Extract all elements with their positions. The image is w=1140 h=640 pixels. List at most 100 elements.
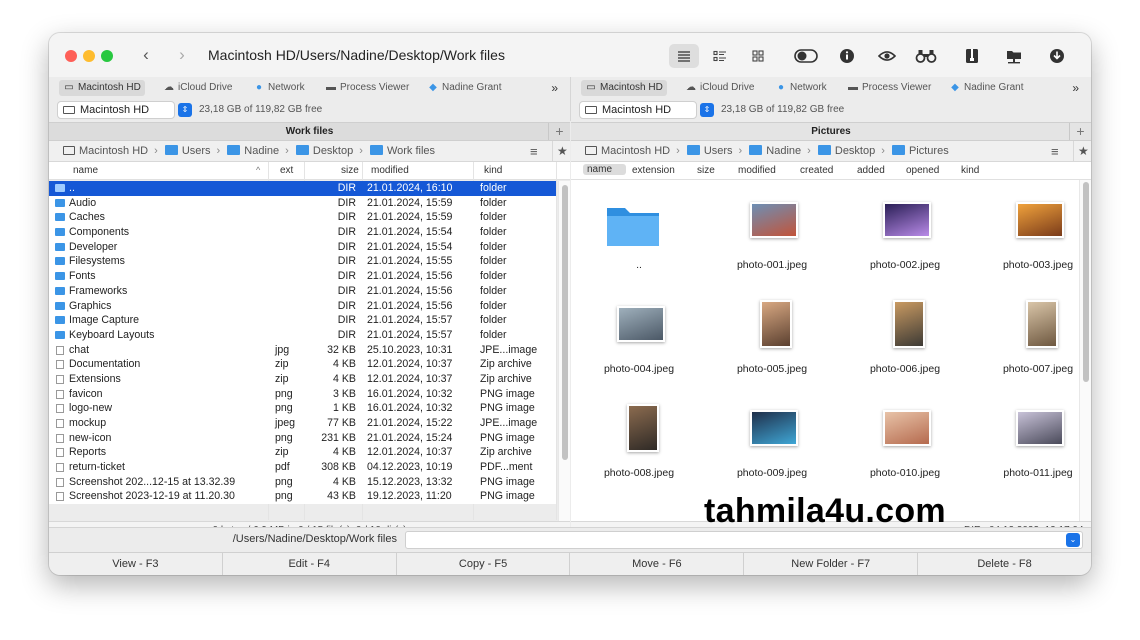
- thumbnail-item[interactable]: photo-004.jpeg: [579, 284, 699, 384]
- connect-server-button[interactable]: [999, 44, 1029, 68]
- table-row[interactable]: Caches DIR 21.01.2024, 15:59 folder: [49, 210, 556, 225]
- hamburger-menu-icon[interactable]: ≡: [530, 141, 538, 162]
- scrollbar-left[interactable]: [558, 181, 570, 521]
- column-kind[interactable]: kind: [484, 165, 502, 176]
- thumbnail-item[interactable]: photo-009.jpeg: [712, 388, 832, 488]
- table-row[interactable]: Screenshot 202...12-15 at 13.32.39 png 4 K…: [49, 475, 556, 490]
- table-row[interactable]: favicon png 3 KB 16.01.2024, 10:32 PNG image: [49, 387, 556, 402]
- favorite-macintosh-hd[interactable]: ▭ Macintosh HD: [581, 80, 667, 96]
- table-row[interactable]: return-ticket pdf 308 KB 04.12.2023, 10:19 P…: [49, 460, 556, 475]
- chevron-down-icon[interactable]: ⌄: [1066, 533, 1080, 547]
- thumbnail-item[interactable]: photo-002.jpeg: [845, 180, 965, 280]
- table-row[interactable]: Developer DIR 21.01.2024, 15:54 folder: [49, 240, 556, 255]
- panel-title-left[interactable]: Work files +: [49, 122, 570, 141]
- favorites-more-button[interactable]: »: [551, 81, 558, 95]
- scrollbar-thumb[interactable]: [562, 185, 568, 460]
- detail-view-button[interactable]: [705, 44, 735, 68]
- breadcrumb-item[interactable]: Desktop: [295, 141, 353, 162]
- new-tab-button[interactable]: +: [548, 123, 570, 140]
- search-button[interactable]: [911, 44, 941, 68]
- table-row[interactable]: Components DIR 21.01.2024, 15:54 folder: [49, 225, 556, 240]
- column-size[interactable]: size: [341, 165, 359, 176]
- grid-view-button[interactable]: [743, 44, 773, 68]
- breadcrumb-item[interactable]: Macintosh HD: [585, 141, 670, 162]
- command-input[interactable]: ⌄: [405, 531, 1083, 549]
- favorite-process-viewer[interactable]: ▬ Process Viewer: [843, 80, 935, 96]
- column-created[interactable]: created: [800, 165, 833, 176]
- breadcrumb-item[interactable]: Work files: [369, 141, 435, 162]
- move-button[interactable]: Move - F6: [570, 553, 745, 575]
- new-folder-button[interactable]: New Folder - F7: [744, 553, 919, 575]
- column-name[interactable]: name: [583, 164, 627, 175]
- drive-selector-right[interactable]: Macintosh HD ⇕: [579, 101, 714, 119]
- table-row[interactable]: Graphics DIR 21.01.2024, 15:56 folder: [49, 299, 556, 314]
- list-view-button[interactable]: [669, 44, 699, 68]
- favorite-process-viewer[interactable]: ▬ Process Viewer: [321, 80, 413, 96]
- favorite-network[interactable]: ● Network: [771, 80, 831, 96]
- column-ext[interactable]: ext: [280, 165, 293, 176]
- forward-button[interactable]: ›: [170, 45, 194, 67]
- chevron-updown-icon[interactable]: ⇕: [700, 103, 714, 117]
- archive-button[interactable]: [957, 44, 987, 68]
- favorite-network[interactable]: ● Network: [249, 80, 309, 96]
- view-button[interactable]: View - F3: [49, 553, 223, 575]
- star-icon[interactable]: ★: [1073, 141, 1089, 162]
- scrollbar-right[interactable]: [1079, 180, 1091, 521]
- copy-button[interactable]: Copy - F5: [397, 553, 571, 575]
- close-window-button[interactable]: [65, 50, 77, 62]
- edit-button[interactable]: Edit - F4: [223, 553, 397, 575]
- table-row[interactable]: Audio DIR 21.01.2024, 15:59 folder: [49, 196, 556, 211]
- thumbnail-item[interactable]: photo-011.jpeg: [978, 388, 1091, 488]
- table-row[interactable]: Frameworks DIR 21.01.2024, 15:56 folder: [49, 284, 556, 299]
- table-row[interactable]: chat jpg 32 KB 25.10.2023, 10:31 JPE...image: [49, 343, 556, 358]
- thumbnail-item[interactable]: photo-001.jpeg: [712, 180, 832, 280]
- table-row[interactable]: Screenshot 2023-12-19 at 11.20.30 png 43 K…: [49, 489, 556, 504]
- favorite-icloud-drive[interactable]: ☁ iCloud Drive: [681, 80, 758, 96]
- table-row[interactable]: Documentation zip 4 KB 12.01.2024, 10:37 Zip…: [49, 357, 556, 372]
- favorites-more-button[interactable]: »: [1072, 81, 1079, 95]
- breadcrumb-item[interactable]: Users: [686, 141, 733, 162]
- minimize-window-button[interactable]: [83, 50, 95, 62]
- thumbnail-item[interactable]: photo-006.jpeg: [845, 284, 965, 384]
- table-row[interactable]: Filesystems DIR 21.01.2024, 15:55 folder: [49, 254, 556, 269]
- table-row[interactable]: mockup jpeg 77 KB 21.01.2024, 15:22 JPE...im…: [49, 416, 556, 431]
- column-name[interactable]: name: [73, 165, 98, 176]
- new-tab-button[interactable]: +: [1069, 123, 1091, 140]
- zoom-window-button[interactable]: [101, 50, 113, 62]
- thumbnail-item[interactable]: photo-007.jpeg: [978, 284, 1091, 384]
- column-kind[interactable]: kind: [961, 165, 979, 176]
- thumbnail-item[interactable]: photo-003.jpeg: [978, 180, 1091, 280]
- favorite-nadine-grant[interactable]: ◆ Nadine Grant: [423, 80, 505, 96]
- download-button[interactable]: [1042, 44, 1072, 68]
- table-row[interactable]: Extensions zip 4 KB 12.01.2024, 10:37 Zip ar…: [49, 372, 556, 387]
- table-row[interactable]: .. DIR 21.01.2024, 16:10 folder: [49, 181, 556, 196]
- scrollbar-thumb[interactable]: [1083, 182, 1089, 382]
- favorite-macintosh-hd[interactable]: ▭ Macintosh HD: [59, 80, 145, 96]
- column-modified[interactable]: modified: [738, 165, 776, 176]
- column-extension[interactable]: extension: [632, 165, 675, 176]
- drive-selector-left[interactable]: Macintosh HD ⇕: [57, 101, 192, 119]
- breadcrumb-item[interactable]: Nadine: [749, 141, 801, 162]
- column-size[interactable]: size: [697, 165, 715, 176]
- hidden-files-toggle[interactable]: [791, 44, 821, 68]
- quick-look-button[interactable]: [872, 44, 902, 68]
- thumbnail-item[interactable]: photo-008.jpeg: [579, 388, 699, 488]
- breadcrumb-item[interactable]: Nadine: [227, 141, 279, 162]
- thumbnail-item[interactable]: photo-010.jpeg: [845, 388, 965, 488]
- table-row[interactable]: logo-new png 1 KB 16.01.2024, 10:32 PNG imag…: [49, 401, 556, 416]
- column-opened[interactable]: opened: [906, 165, 939, 176]
- table-row[interactable]: Fonts DIR 21.01.2024, 15:56 folder: [49, 269, 556, 284]
- table-row[interactable]: Keyboard Layouts DIR 21.01.2024, 15:57 fold…: [49, 328, 556, 343]
- column-modified[interactable]: modified: [371, 165, 409, 176]
- star-icon[interactable]: ★: [552, 141, 568, 162]
- table-row[interactable]: Image Capture DIR 21.01.2024, 15:57 folder: [49, 313, 556, 328]
- table-row[interactable]: Reports zip 4 KB 12.01.2024, 10:37 Zip archi…: [49, 445, 556, 460]
- chevron-updown-icon[interactable]: ⇕: [178, 103, 192, 117]
- favorite-nadine-grant[interactable]: ◆ Nadine Grant: [945, 80, 1027, 96]
- thumbnail-item[interactable]: photo-005.jpeg: [712, 284, 832, 384]
- back-button[interactable]: ‹: [134, 45, 158, 67]
- breadcrumb-item[interactable]: Desktop: [817, 141, 875, 162]
- breadcrumb-item[interactable]: Macintosh HD: [63, 141, 148, 162]
- breadcrumb-item[interactable]: Pictures: [891, 141, 949, 162]
- table-row[interactable]: new-icon png 231 KB 21.01.2024, 15:24 PNG im…: [49, 431, 556, 446]
